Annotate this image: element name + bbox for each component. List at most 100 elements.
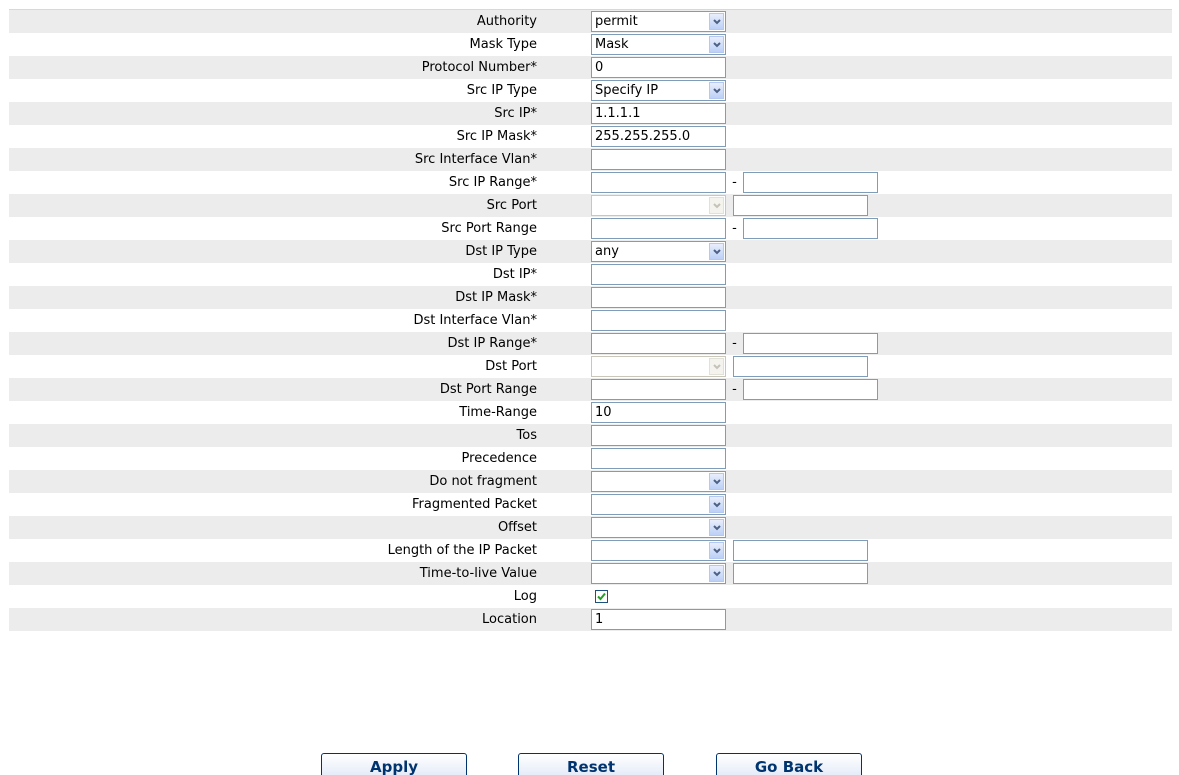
dst-ip-input[interactable] <box>591 264 726 285</box>
chevron-down-icon <box>712 248 721 254</box>
row-src-ip-range: Src IP Range* - <box>9 171 1172 194</box>
offset-select[interactable] <box>591 517 726 538</box>
time-range-input[interactable]: 10 <box>591 402 726 423</box>
dropdown-button[interactable] <box>709 496 724 513</box>
do-not-fragment-label: Do not fragment <box>429 474 537 489</box>
src-ip-range-start-input[interactable] <box>591 172 726 193</box>
src-interface-vlan-input[interactable] <box>591 149 726 170</box>
time-to-live-value-field <box>591 562 868 585</box>
time-to-live-value-input[interactable] <box>733 563 868 584</box>
dropdown-button[interactable] <box>709 197 724 214</box>
src-ip-type-field: Specify IP <box>591 79 726 102</box>
dropdown-button[interactable] <box>709 473 724 490</box>
length-of-the-ip-packet-select[interactable] <box>591 540 726 561</box>
src-ip-mask-label: Src IP Mask* <box>456 129 537 144</box>
src-ip-label: Src IP* <box>494 106 537 121</box>
src-ip-range-label: Src IP Range* <box>448 175 537 190</box>
src-port-range-label: Src Port Range <box>441 221 537 236</box>
src-port-input[interactable] <box>733 195 868 216</box>
dst-ip-mask-input[interactable] <box>591 287 726 308</box>
length-of-the-ip-packet-input[interactable] <box>733 540 868 561</box>
dst-port-select[interactable] <box>591 356 726 377</box>
fragmented-packet-select[interactable] <box>591 494 726 515</box>
row-src-ip-mask: Src IP Mask* 255.255.255.0 <box>9 125 1172 148</box>
src-port-label: Src Port <box>486 198 537 213</box>
src-ip-type-select-value: Specify IP <box>595 83 659 98</box>
src-port-select[interactable] <box>591 195 726 216</box>
dropdown-button[interactable] <box>709 358 724 375</box>
protocol-number-label: Protocol Number* <box>421 60 537 75</box>
row-src-interface-vlan: Src Interface Vlan* <box>9 148 1172 171</box>
precedence-input[interactable] <box>591 448 726 469</box>
dst-ip-label: Dst IP* <box>492 267 537 282</box>
mask-type-field: Mask <box>591 33 726 56</box>
row-dst-port: Dst Port <box>9 355 1172 378</box>
range-separator: - <box>732 221 737 236</box>
do-not-fragment-field <box>591 470 726 493</box>
src-ip-type-select[interactable]: Specify IP <box>591 80 726 101</box>
dst-ip-type-select[interactable]: any <box>591 241 726 262</box>
row-dst-ip-range: Dst IP Range* - <box>9 332 1172 355</box>
range-separator: - <box>732 175 737 190</box>
dropdown-button[interactable] <box>709 565 724 582</box>
go-back-button[interactable]: Go Back <box>716 753 862 775</box>
tos-input[interactable] <box>591 425 726 446</box>
dst-interface-vlan-input[interactable] <box>591 310 726 331</box>
row-time-range: Time-Range 10 <box>9 401 1172 424</box>
dst-ip-range-end-input[interactable] <box>743 333 878 354</box>
authority-label: Authority <box>476 14 537 29</box>
chevron-down-icon <box>712 202 721 208</box>
row-authority: Authority permit <box>9 10 1172 33</box>
dst-ip-field <box>591 263 726 286</box>
src-ip-mask-input[interactable]: 255.255.255.0 <box>591 126 726 147</box>
mask-type-select[interactable]: Mask <box>591 34 726 55</box>
dst-ip-range-start-input[interactable] <box>591 333 726 354</box>
dropdown-button[interactable] <box>709 36 724 53</box>
row-length-of-the-ip-packet: Length of the IP Packet <box>9 539 1172 562</box>
fragmented-packet-field <box>591 493 726 516</box>
log-checkbox[interactable] <box>595 590 608 603</box>
authority-select[interactable]: permit <box>591 11 726 32</box>
time-to-live-value-select[interactable] <box>591 563 726 584</box>
length-of-the-ip-packet-label: Length of the IP Packet <box>387 543 537 558</box>
dst-port-range-field: - <box>591 378 878 401</box>
dropdown-button[interactable] <box>709 243 724 260</box>
chevron-down-icon <box>712 547 721 553</box>
do-not-fragment-select[interactable] <box>591 471 726 492</box>
protocol-number-input[interactable]: 0 <box>591 57 726 78</box>
dst-ip-range-field: - <box>591 332 878 355</box>
dst-port-range-end-input[interactable] <box>743 379 878 400</box>
dst-ip-type-label: Dst IP Type <box>465 244 537 259</box>
location-input[interactable]: 1 <box>591 609 726 630</box>
log-label: Log <box>513 589 537 604</box>
reset-button[interactable]: Reset <box>518 753 664 775</box>
src-ip-input[interactable]: 1.1.1.1 <box>591 103 726 124</box>
chevron-down-icon <box>712 478 721 484</box>
row-fragmented-packet: Fragmented Packet <box>9 493 1172 516</box>
src-port-range-start-input[interactable] <box>591 218 726 239</box>
dst-port-range-start-input[interactable] <box>591 379 726 400</box>
row-src-ip-type: Src IP Type Specify IP <box>9 79 1172 102</box>
dst-port-field <box>591 355 868 378</box>
chevron-down-icon <box>712 570 721 576</box>
log-field <box>591 585 608 608</box>
dropdown-button[interactable] <box>709 519 724 536</box>
dropdown-button[interactable] <box>709 13 724 30</box>
apply-button[interactable]: Apply <box>321 753 467 775</box>
chevron-down-icon <box>712 87 721 93</box>
dropdown-button[interactable] <box>709 82 724 99</box>
time-to-live-value-label: Time-to-live Value <box>419 566 537 581</box>
dropdown-button[interactable] <box>709 542 724 559</box>
src-ip-type-label: Src IP Type <box>466 83 537 98</box>
src-ip-field: 1.1.1.1 <box>591 102 726 125</box>
src-port-range-end-input[interactable] <box>743 218 878 239</box>
acl-rule-form: Authority permit Mask Type Mask Protocol Num… <box>9 9 1172 631</box>
time-range-label: Time-Range <box>459 405 537 420</box>
dst-port-input[interactable] <box>733 356 868 377</box>
chevron-down-icon <box>712 524 721 530</box>
src-ip-range-end-input[interactable] <box>743 172 878 193</box>
mask-type-label: Mask Type <box>469 37 537 52</box>
dst-ip-mask-label: Dst IP Mask* <box>455 290 537 305</box>
row-precedence: Precedence <box>9 447 1172 470</box>
fragmented-packet-label: Fragmented Packet <box>411 497 537 512</box>
